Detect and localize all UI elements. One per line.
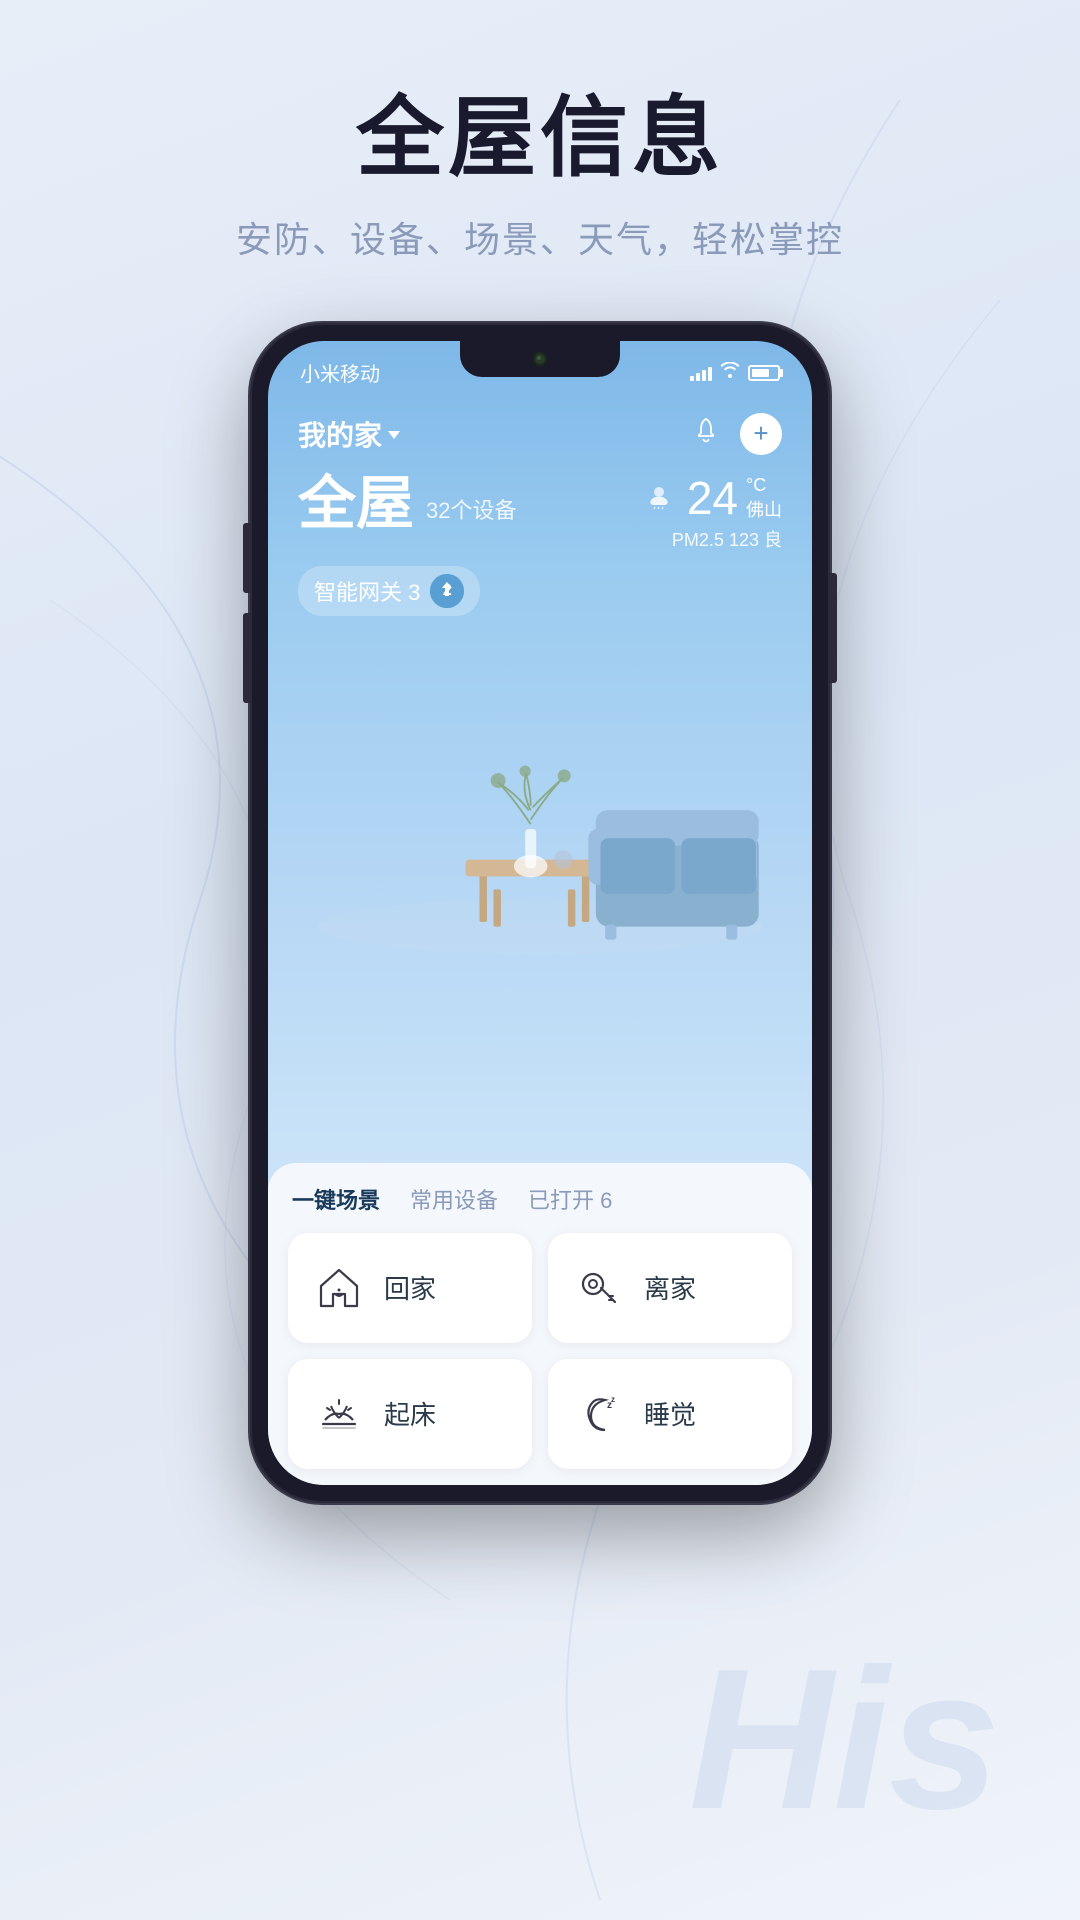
battery-icon <box>748 365 780 381</box>
scene-label-home: 回家 <box>384 1269 436 1306</box>
pm-status: 良 <box>764 530 782 550</box>
camera <box>533 352 547 366</box>
vol-down-button <box>243 613 250 703</box>
page-title: 全屋信息 <box>236 90 844 187</box>
gateway-badge[interactable]: 智能网关 3 2 <box>298 566 480 616</box>
scene-card-home[interactable]: 回家 <box>288 1233 532 1343</box>
signal-icon <box>690 365 712 381</box>
house-section: 全屋 32个设备 <box>298 463 782 616</box>
status-icons <box>690 362 780 383</box>
scene-label-leave: 离家 <box>644 1269 696 1306</box>
gateway-label: 智能网关 3 <box>314 575 420 607</box>
sunrise-icon <box>312 1387 366 1441</box>
home-smile-icon <box>312 1261 366 1315</box>
tab-one-key-scene[interactable]: 一键场景 <box>292 1183 380 1215</box>
weather-icon <box>647 482 679 515</box>
scene-grid: 一键场景 常用设备 已打开 6 <box>268 1163 812 1485</box>
weather-section: 24 °C 佛山 PM2.5 123 <box>647 475 782 552</box>
home-selector[interactable]: 我的家 <box>298 414 400 454</box>
dropdown-arrow-icon <box>388 431 400 439</box>
notch <box>460 341 620 377</box>
room-illustration <box>298 636 782 966</box>
scene-label-sleep: 睡觉 <box>644 1395 696 1432</box>
city-name: 佛山 <box>746 496 782 522</box>
tab-open-count[interactable]: 已打开 6 <box>528 1183 612 1215</box>
svg-text:z: z <box>611 1395 615 1404</box>
house-name: 全屋 <box>298 475 414 533</box>
pm-label: PM2.5 <box>672 530 724 550</box>
device-count: 32个设备 <box>426 493 516 525</box>
app-content: 我的家 + <box>268 397 812 1485</box>
header-actions: + <box>692 413 782 455</box>
scenes-tab-bar: 一键场景 常用设备 已打开 6 <box>288 1183 792 1215</box>
key-icon <box>572 1261 626 1315</box>
scene-card-leave[interactable]: 离家 <box>548 1233 792 1343</box>
vol-up-button <box>243 523 250 593</box>
scene-label-wakeup: 起床 <box>384 1395 436 1432</box>
scene-card-wakeup[interactable]: 起床 <box>288 1359 532 1469</box>
temperature: 24 <box>687 475 738 521</box>
pm-value: 123 <box>729 530 759 550</box>
app-header: 我的家 + <box>298 397 782 463</box>
bell-icon[interactable] <box>692 416 720 451</box>
power-button <box>830 573 837 683</box>
scene-card-sleep[interactable]: z z 睡觉 <box>548 1359 792 1469</box>
carrier-label: 小米移动 <box>300 358 380 387</box>
home-label: 我的家 <box>298 414 382 454</box>
phone-screen: 小米移动 <box>268 341 812 1485</box>
title-section: 全屋信息 安防、设备、场景、天气，轻松掌控 <box>236 90 844 263</box>
add-button[interactable]: + <box>740 413 782 455</box>
scene-cards: 回家 <box>288 1233 792 1485</box>
moon-z-icon: z z <box>572 1387 626 1441</box>
page-subtitle: 安防、设备、场景、天气，轻松掌控 <box>236 211 844 263</box>
gateway-count: 2 <box>430 574 464 608</box>
tab-common-devices[interactable]: 常用设备 <box>410 1183 498 1215</box>
air-quality: PM2.5 123 良 <box>647 526 782 552</box>
temp-unit: °C <box>746 475 766 496</box>
phone-mockup: 小米移动 <box>250 323 830 1503</box>
wifi-icon <box>720 362 740 383</box>
